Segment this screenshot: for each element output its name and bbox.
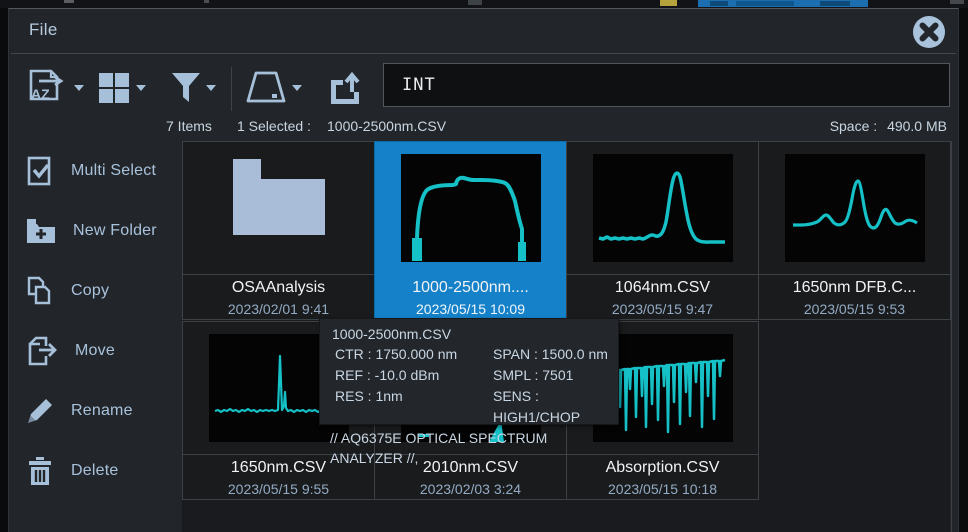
- chevron-down-icon: [136, 84, 146, 92]
- tooltip-footer: // AQ6375E OPTICAL SPECTRUM ANALYZER //,: [320, 428, 618, 468]
- export-icon: [327, 70, 363, 106]
- chevron-down-icon: [206, 84, 216, 92]
- sidebar-item-label: Delete: [71, 462, 118, 480]
- path-input[interactable]: INT: [383, 63, 950, 107]
- file-date: 2023/05/15 9:47: [567, 300, 758, 319]
- bg-fragment: [204, 0, 209, 3]
- dialog-header: File: [9, 9, 958, 53]
- file-date: 2023/02/01 9:41: [183, 300, 374, 319]
- sidebar-item-label: New Folder: [73, 222, 157, 240]
- space-value: 490.0 MB: [887, 118, 947, 134]
- close-button[interactable]: [912, 15, 946, 49]
- drive-button[interactable]: [245, 65, 302, 111]
- tooltip-params: CTR : 1750.000 nm SPAN : 1500.0 nm REF :…: [320, 344, 618, 428]
- drive-icon: [245, 71, 287, 105]
- move-icon: [26, 336, 58, 366]
- sort-button[interactable]: AZ: [25, 65, 84, 111]
- sidebar-item-rename[interactable]: Rename: [9, 381, 181, 441]
- spectrum-thumbnail: [593, 154, 733, 262]
- grid-border: [951, 141, 952, 532]
- status-bar: 7 Items 1 Selected : 1000-2500nm.CSV Spa…: [9, 113, 958, 141]
- tooltip-param: CTR : 1750.000 nm: [335, 344, 493, 365]
- file-date: 2023/02/03 3:24: [375, 480, 566, 499]
- tooltip-title: 1000-2500nm.CSV: [320, 319, 618, 344]
- filter-button[interactable]: [171, 65, 216, 111]
- close-icon: [912, 15, 946, 49]
- file-cell-osaanalysis[interactable]: OSAAnalysis 2023/02/01 9:41: [182, 141, 375, 320]
- file-cell-1650nm-dfb[interactable]: 1650nm DFB.C... 2023/05/15 9:53: [758, 141, 951, 320]
- header-separator: [11, 53, 956, 54]
- rename-icon: [26, 397, 54, 425]
- chevron-down-icon: [74, 84, 84, 92]
- file-info-tooltip: 1000-2500nm.CSV CTR : 1750.000 nm SPAN :…: [319, 318, 619, 425]
- toolbar-separator: [231, 67, 232, 111]
- file-name: 1000-2500nm....: [375, 275, 566, 300]
- sidebar-item-copy[interactable]: Copy: [9, 261, 181, 321]
- bg-fragment-bluebar: [698, 0, 868, 7]
- multi-select-icon: [26, 156, 54, 186]
- file-date: 2023/05/15 10:09: [375, 300, 566, 319]
- sidebar-item-label: Move: [75, 342, 115, 360]
- sidebar-item-label: Multi Select: [71, 162, 156, 180]
- sidebar-item-delete[interactable]: Delete: [9, 441, 181, 501]
- selected-file-name: 1000-2500nm.CSV: [327, 118, 446, 134]
- export-button[interactable]: [327, 65, 363, 111]
- sidebar-item-multi-select[interactable]: Multi Select: [9, 141, 181, 201]
- file-cell-1000-2500nm[interactable]: 1000-2500nm.... 2023/05/15 10:09: [374, 141, 567, 320]
- thumbnail-area: [375, 142, 566, 275]
- sidebar: Multi Select New Folder Copy Move: [9, 141, 181, 532]
- file-date: 2023/05/15 9:53: [759, 300, 950, 319]
- file-name: OSAAnalysis: [183, 275, 374, 300]
- sidebar-item-label: Copy: [71, 282, 109, 300]
- spectrum-thumbnail: [401, 154, 541, 262]
- space-label: Space :: [830, 118, 877, 134]
- new-folder-icon: [26, 218, 56, 244]
- free-space: Space : 490.0 MB: [824, 118, 947, 134]
- sort-az-icon: AZ: [25, 68, 69, 108]
- tooltip-param: SENS : HIGH1/CHOP: [493, 386, 610, 428]
- bg-fragment: [950, 0, 964, 4]
- background-app-strip: [0, 0, 968, 8]
- sidebar-item-move[interactable]: Move: [9, 321, 181, 381]
- filter-icon: [171, 72, 201, 104]
- view-grid-icon: [97, 71, 131, 105]
- svg-text:AZ: AZ: [31, 86, 50, 102]
- tooltip-param: RES : 1nm: [335, 386, 493, 428]
- file-date: 2023/05/15 10:18: [567, 480, 758, 499]
- tooltip-param: SPAN : 1500.0 nm: [493, 344, 610, 365]
- bg-fragment: [468, 0, 482, 5]
- file-name: 1650nm DFB.C...: [759, 275, 950, 300]
- bg-fragment: [64, 0, 74, 3]
- copy-icon: [26, 276, 54, 306]
- chevron-down-icon: [292, 84, 302, 92]
- thumbnail-area: [183, 142, 374, 275]
- thumbnail-area: [567, 142, 758, 275]
- delete-icon: [26, 456, 54, 486]
- path-value: INT: [402, 75, 436, 95]
- sidebar-item-new-folder[interactable]: New Folder: [9, 201, 181, 261]
- tooltip-param: SMPL : 7501: [493, 365, 610, 386]
- spectrum-thumbnail: [785, 154, 925, 262]
- dialog-title: File: [29, 20, 58, 40]
- file-name: 1064nm.CSV: [567, 275, 758, 300]
- tooltip-param: REF : -10.0 dBm: [335, 365, 493, 386]
- view-button[interactable]: [97, 65, 146, 111]
- bg-fragment-yellow: [660, 0, 677, 6]
- items-count: 7 Items: [166, 118, 212, 134]
- file-date: 2023/05/15 9:55: [183, 480, 374, 499]
- sidebar-item-label: Rename: [71, 402, 133, 420]
- file-cell-1064nm[interactable]: 1064nm.CSV 2023/05/15 9:47: [566, 141, 759, 320]
- thumbnail-area: [759, 142, 950, 275]
- folder-icon: [231, 157, 327, 237]
- selected-count-label: 1 Selected :: [237, 118, 311, 134]
